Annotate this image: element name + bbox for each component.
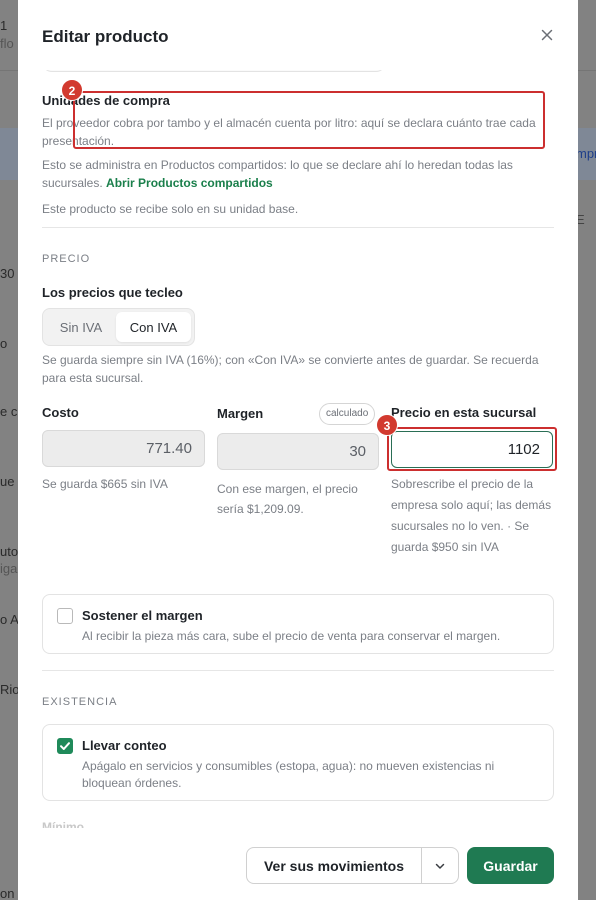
hold-margin-checkbox[interactable] bbox=[57, 608, 73, 624]
annotation-box bbox=[387, 427, 557, 471]
margin-input[interactable] bbox=[217, 433, 379, 470]
backdrop-text: ue bbox=[0, 474, 15, 489]
section-divider bbox=[42, 227, 554, 228]
hold-margin-title: Sostener el margen bbox=[82, 608, 203, 623]
track-stock-card[interactable]: Llevar conteo Apágalo en servicios y con… bbox=[42, 724, 554, 801]
calculated-badge: calculado bbox=[319, 403, 376, 425]
backdrop-highlight-row bbox=[0, 128, 20, 180]
backdrop-text: iga bbox=[0, 561, 18, 576]
close-icon bbox=[541, 29, 553, 41]
track-stock-title: Llevar conteo bbox=[82, 738, 167, 753]
backdrop-text: flo bbox=[0, 36, 14, 51]
backdrop-text: e c bbox=[0, 404, 18, 419]
view-movements-button[interactable]: Ver sus movimientos bbox=[246, 847, 422, 884]
margin-note: Con ese margen, el precio sería $1,209.0… bbox=[217, 482, 358, 516]
edit-product-dialog: Editar producto Unidades de compra El pr… bbox=[18, 0, 578, 900]
backdrop-text: 1 bbox=[0, 18, 8, 33]
close-button[interactable] bbox=[538, 26, 556, 44]
base-unit-note: Este producto se recibe solo en su unida… bbox=[42, 202, 299, 216]
annotation-badge: 3 bbox=[376, 414, 398, 436]
section-divider bbox=[42, 670, 554, 671]
backdrop-text: Rio bbox=[0, 682, 20, 697]
dialog-footer: Ver sus movimientos Guardar bbox=[18, 828, 578, 900]
backdrop-text: mpre bbox=[576, 146, 596, 161]
backdrop-divider bbox=[0, 70, 20, 71]
branch-price-label: Precio en esta sucursal bbox=[391, 405, 537, 420]
more-options-button[interactable] bbox=[421, 847, 459, 884]
iva-toggle: Sin IVA Con IVA bbox=[42, 308, 195, 346]
cost-input[interactable] bbox=[42, 430, 205, 467]
backdrop-text: 30 bbox=[0, 266, 15, 281]
shared-products-note: Esto se administra en Productos comparti… bbox=[42, 156, 552, 192]
backdrop-text: on bbox=[0, 886, 15, 900]
check-icon bbox=[60, 742, 70, 750]
open-shared-products-link[interactable]: Abrir Productos compartidos bbox=[106, 176, 273, 190]
dialog-header: Editar producto bbox=[18, 0, 578, 70]
chevron-down-icon bbox=[435, 863, 445, 869]
track-stock-checkbox[interactable] bbox=[57, 738, 73, 754]
backdrop-text: o A bbox=[0, 612, 19, 627]
toggle-con-iva[interactable]: Con IVA bbox=[116, 312, 191, 342]
entry-mode-label: Los precios que tecleo bbox=[42, 285, 183, 300]
margin-label: Margen bbox=[217, 406, 264, 421]
annotation-box bbox=[73, 91, 545, 149]
hold-margin-description: Al recibir la pieza más cara, sube el pr… bbox=[82, 629, 501, 643]
annotation-badge: 2 bbox=[61, 79, 83, 101]
backdrop-divider bbox=[576, 70, 596, 71]
price-section-label: PRECIO bbox=[42, 253, 91, 265]
backdrop-text: uto bbox=[0, 544, 19, 559]
backdrop-text: E bbox=[576, 212, 585, 227]
dialog-title: Editar producto bbox=[42, 27, 169, 46]
toggle-sin-iva[interactable]: Sin IVA bbox=[46, 312, 116, 342]
backdrop-left-column: 1 flo 30 o e c ue uto iga o A Rio on bbox=[0, 0, 20, 900]
track-stock-description: Apágalo en servicios y consumibles (esto… bbox=[82, 759, 495, 790]
hold-margin-card[interactable]: Sostener el margen Al recibir la pieza m… bbox=[42, 594, 554, 654]
cost-label: Costo bbox=[42, 405, 79, 420]
backdrop-right-column: mpre E bbox=[576, 0, 596, 900]
backdrop-text: o bbox=[0, 336, 8, 351]
branch-price-note: Sobrescribe el precio de la empresa solo… bbox=[391, 477, 552, 554]
iva-note: Se guarda siempre sin IVA (16%); con «Co… bbox=[42, 353, 539, 385]
cost-note: Se guarda $665 sin IVA bbox=[42, 477, 168, 491]
dialog-body[interactable]: Unidades de compra El proveedor cobra po… bbox=[18, 60, 578, 840]
stock-section-label: EXISTENCIA bbox=[42, 696, 118, 708]
save-button[interactable]: Guardar bbox=[467, 847, 554, 884]
